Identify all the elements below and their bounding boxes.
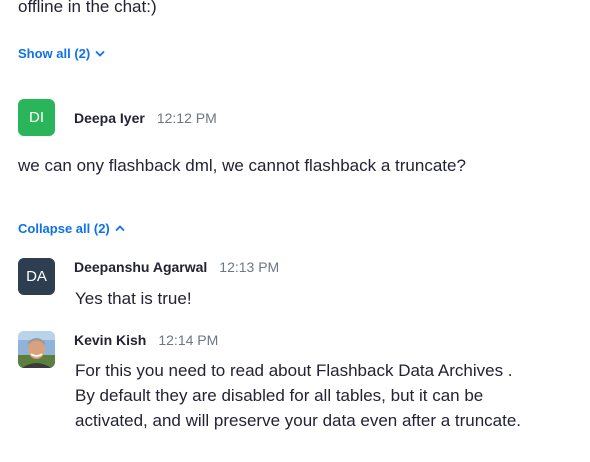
avatar-deepa-iyer[interactable]: DI: [18, 99, 55, 136]
show-all-replies-link[interactable]: Show all (2): [18, 46, 105, 61]
avatar-deepanshu-agarwal[interactable]: DA: [18, 258, 55, 295]
collapse-all-label: Collapse all (2): [18, 221, 110, 236]
reply-header: Deepanshu Agarwal 12:13 PM: [74, 259, 279, 275]
show-all-label: Show all (2): [18, 46, 91, 61]
message-text: we can ony flashback dml, we cannot flas…: [18, 156, 466, 175]
partial-message-text: offline in the chat:): [18, 0, 157, 16]
avatar-kevin-kish[interactable]: [18, 331, 55, 368]
collapse-all-replies-link[interactable]: Collapse all (2): [18, 221, 125, 236]
reply-text-line: By default they are disabled for all tab…: [75, 386, 484, 405]
chevron-down-icon: [95, 50, 105, 57]
sender-name[interactable]: Kevin Kish: [74, 332, 146, 348]
reply-text-line: activated, and will preserve your data e…: [75, 411, 522, 430]
reply-text: Yes that is true!: [75, 289, 192, 308]
reply-text-line: For this you need to read about Flashbac…: [75, 361, 513, 380]
message-timestamp: 12:13 PM: [219, 259, 280, 275]
chevron-up-icon: [115, 225, 125, 232]
sender-name[interactable]: Deepanshu Agarwal: [74, 259, 207, 275]
message-timestamp: 12:14 PM: [158, 332, 219, 348]
message-header: Deepa Iyer 12:12 PM: [74, 110, 217, 126]
reply-header: Kevin Kish 12:14 PM: [74, 332, 218, 348]
user-photo-icon: [18, 331, 55, 368]
message-timestamp: 12:12 PM: [156, 110, 217, 126]
sender-name[interactable]: Deepa Iyer: [74, 110, 145, 126]
